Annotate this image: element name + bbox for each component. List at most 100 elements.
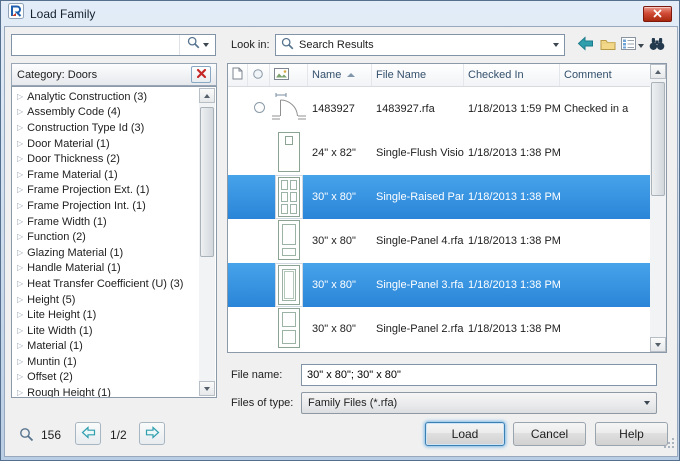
table-row-selected[interactable]: 30" x 80" Single-Raised Panel w... 1/18/… <box>228 175 666 219</box>
expand-icon[interactable]: ▷ <box>17 139 23 148</box>
clear-category-icon <box>196 68 207 82</box>
expand-icon[interactable]: ▷ <box>17 170 23 179</box>
column-header-preview[interactable] <box>270 64 308 86</box>
table-row[interactable]: 24" x 82" Single-Flush Vision.rfa 1/18/2… <box>228 131 666 175</box>
category-item[interactable]: ▷ Door Thickness (2) <box>15 151 216 167</box>
expand-icon[interactable]: ▷ <box>17 108 23 116</box>
name-cell: 30" x 80" <box>312 279 356 291</box>
expand-icon[interactable]: ▷ <box>17 201 23 210</box>
expand-icon[interactable]: ▷ <box>17 389 23 397</box>
category-item[interactable]: ▷ Lite Height (1) <box>15 307 216 323</box>
search-input[interactable] <box>12 36 179 54</box>
category-list: ▷ Analytic Construction (3) ▷ Assembly Cod… <box>11 86 217 398</box>
expand-icon[interactable]: ▷ <box>17 373 23 381</box>
window-title: Load Family <box>30 6 96 21</box>
table-scrollbar[interactable] <box>650 64 666 352</box>
look-in-value: Search Results <box>299 39 374 51</box>
expand-icon[interactable]: ▷ <box>17 92 23 101</box>
checked-in-cell: 1/18/2013 1:38 PM <box>468 323 560 335</box>
expand-icon[interactable]: ▷ <box>17 264 23 272</box>
expand-icon[interactable]: ▷ <box>17 295 23 304</box>
checked-in-cell: 1/18/2013 1:38 PM <box>468 147 560 159</box>
up-folder-button[interactable] <box>598 36 618 56</box>
table-row[interactable]: 30" x 80" Single-Panel 4.rfa 1/18/2013 1… <box>228 219 666 263</box>
category-item[interactable]: ▷ Frame Projection Ext. (1) <box>15 183 216 199</box>
expand-icon[interactable]: ▷ <box>17 248 23 257</box>
category-item[interactable]: ▷ Frame Width (1) <box>15 214 216 230</box>
next-page-button[interactable] <box>139 422 165 445</box>
expand-icon[interactable]: ▷ <box>17 123 23 132</box>
category-item[interactable]: ▷ Function (2) <box>15 229 216 245</box>
expand-icon[interactable]: ▷ <box>17 233 23 241</box>
load-button[interactable]: Load <box>425 422 505 446</box>
files-of-type-select[interactable]: Family Files (*.rfa) <box>301 392 657 414</box>
expand-icon[interactable]: ▷ <box>17 155 23 163</box>
status-circle-icon <box>253 101 266 117</box>
category-item[interactable]: ▷ Analytic Construction (3) <box>15 89 216 105</box>
chevron-down-icon <box>644 401 650 405</box>
column-header-comment[interactable]: Comment <box>560 64 650 86</box>
door-thumbnail <box>278 219 300 263</box>
close-button[interactable] <box>643 5 672 23</box>
checked-in-cell: 1/18/2013 1:59 PM <box>468 103 560 115</box>
table-row[interactable]: 1483927 1483927.rfa 1/18/2013 1:59 PM Ch… <box>228 87 666 131</box>
expand-icon[interactable]: ▷ <box>17 311 23 319</box>
file-name-input[interactable] <box>301 364 657 386</box>
scrollbar-thumb[interactable] <box>200 107 214 257</box>
table-row[interactable]: 30" x 80" Single-Panel 2.rfa 1/18/2013 1… <box>228 307 666 351</box>
expand-icon[interactable]: ▷ <box>17 186 23 194</box>
category-item[interactable]: ▷ Rough Height (1) <box>15 385 216 397</box>
scroll-up-button[interactable] <box>650 64 666 79</box>
plan-thumbnail <box>271 90 307 129</box>
scroll-down-button[interactable] <box>650 337 666 352</box>
look-in-combobox[interactable]: Search Results <box>275 34 565 56</box>
column-header-checked-in[interactable]: Checked In <box>464 64 560 86</box>
column-header-name[interactable]: Name <box>308 64 372 86</box>
category-item[interactable]: ▷ Glazing Material (1) <box>15 245 216 261</box>
category-item[interactable]: ▷ Frame Projection Int. (1) <box>15 198 216 214</box>
scroll-up-button[interactable] <box>199 88 215 103</box>
category-item[interactable]: ▷ Assembly Code (4) <box>15 105 216 121</box>
checked-in-cell: 1/18/2013 1:38 PM <box>468 235 560 247</box>
next-icon <box>145 425 160 442</box>
previous-page-button[interactable] <box>75 422 101 445</box>
app-icon <box>8 3 24 24</box>
category-item[interactable]: ▷ Heat Transfer Coefficient (U) (3) <box>15 276 216 292</box>
category-scrollbar[interactable] <box>199 88 215 396</box>
column-header-status[interactable] <box>248 64 270 86</box>
expand-icon[interactable]: ▷ <box>17 279 23 288</box>
expand-icon[interactable]: ▷ <box>17 217 23 226</box>
resize-grip[interactable] <box>663 437 676 455</box>
cancel-button[interactable]: Cancel <box>513 422 586 446</box>
category-item[interactable]: ▷ Construction Type Id (3) <box>15 120 216 136</box>
search-button[interactable] <box>179 35 215 55</box>
column-header-file-name[interactable]: File Name <box>372 64 464 86</box>
clear-category-button[interactable] <box>191 66 211 83</box>
close-icon <box>653 5 662 23</box>
category-item[interactable]: ▷ Lite Width (1) <box>15 323 216 339</box>
help-button[interactable]: Help <box>595 422 668 446</box>
status-icon <box>252 68 264 83</box>
find-button[interactable] <box>647 36 667 56</box>
scroll-down-button[interactable] <box>199 381 215 396</box>
expand-icon[interactable]: ▷ <box>17 326 23 335</box>
expand-icon[interactable]: ▷ <box>17 357 23 366</box>
category-item[interactable]: ▷ Frame Material (1) <box>15 167 216 183</box>
result-count: 156 <box>41 428 62 442</box>
door-thumbnail <box>275 263 303 307</box>
category-item[interactable]: ▷ Offset (2) <box>15 370 216 386</box>
checked-in-cell: 1/18/2013 1:38 PM <box>468 279 560 291</box>
table-row-selected[interactable]: 30" x 80" Single-Panel 3.rfa 1/18/2013 1… <box>228 263 666 307</box>
column-header-document[interactable] <box>228 64 248 86</box>
views-button[interactable] <box>619 36 645 56</box>
expand-icon[interactable]: ▷ <box>17 342 23 350</box>
category-item[interactable]: ▷ Material (1) <box>15 339 216 355</box>
arrow-up-icon <box>204 93 210 98</box>
title-bar[interactable]: Load Family <box>1 1 679 26</box>
category-item[interactable]: ▷ Muntin (1) <box>15 354 216 370</box>
scrollbar-thumb[interactable] <box>651 82 665 196</box>
category-item[interactable]: ▷ Door Material (1) <box>15 136 216 152</box>
category-item[interactable]: ▷ Handle Material (1) <box>15 261 216 277</box>
back-button[interactable] <box>574 36 596 56</box>
category-item[interactable]: ▷ Height (5) <box>15 292 216 308</box>
